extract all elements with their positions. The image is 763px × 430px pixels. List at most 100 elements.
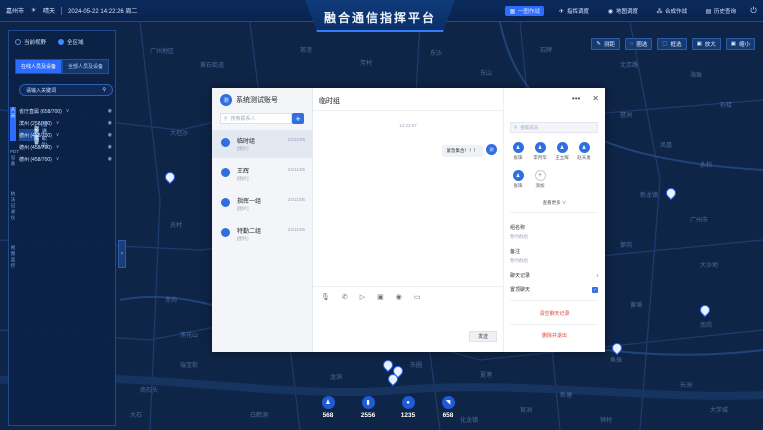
eye-icon[interactable]: ◉	[108, 132, 112, 138]
nav-dispatch[interactable]: ✈ 指挥调度	[554, 6, 593, 16]
contact-search-input[interactable]: ⚲ 搜索联系人	[220, 113, 292, 124]
zoom-in-button[interactable]: ▣ 放大	[691, 38, 721, 50]
nav-history[interactable]: ▤ 历史查询	[701, 6, 740, 16]
window-controls: ••• ✕	[572, 94, 599, 103]
member-item[interactable]: ♟ 赵天发	[574, 142, 594, 161]
scope-current-view[interactable]: 当前视野	[15, 38, 46, 46]
send-button[interactable]: 发送	[469, 331, 497, 342]
remark-value[interactable]: 暂时群组	[510, 258, 528, 264]
measure-button[interactable]: ✎ 测距	[591, 38, 621, 50]
map-marker[interactable]	[609, 340, 625, 356]
tree-group[interactable]: 德州 (458/700) ∨ ◉	[19, 141, 114, 153]
tree-group[interactable]: 省厅直属 (658/700) ∨ ◉	[19, 105, 114, 117]
category-personnel[interactable]: 人员	[10, 107, 16, 141]
conversation-item[interactable]: 临时组 22/11/05 [图片]	[212, 130, 313, 158]
message-area[interactable]: 14:22:07 紧急集合！！！ 测	[313, 110, 503, 280]
chat-history-row[interactable]: 聊天记录 ›	[510, 272, 598, 280]
eye-icon[interactable]: ◉	[108, 156, 112, 162]
zoom-in-icon: ▣	[696, 41, 702, 47]
eye-icon[interactable]: ◉	[108, 120, 112, 126]
nav-label: 指挥调度	[566, 9, 589, 15]
conversation-item[interactable]: 指挥一组 22/11/05 [图片]	[212, 190, 313, 218]
map-label: 石楼	[720, 103, 733, 109]
conversation-preview: [图片]	[237, 146, 249, 151]
divider	[510, 324, 598, 325]
box-select-button[interactable]: ⬚ 框选	[657, 38, 687, 50]
message-timestamp: 14:22:07	[399, 123, 417, 128]
account-header: 测 系统测试账号	[220, 94, 278, 106]
image-icon[interactable]: ▣	[377, 293, 384, 301]
message-bubble[interactable]: 紧急集合！！！	[441, 145, 483, 157]
category-bodycam[interactable]: 执法记录仪	[10, 191, 16, 235]
search-placeholder: 搜索成员	[520, 124, 539, 130]
member-item[interactable]: ♟ 王立辉	[552, 142, 572, 161]
map-marker[interactable]	[162, 169, 178, 185]
more-icon[interactable]: •••	[572, 94, 580, 103]
conversation-date: 22/11/05	[287, 197, 305, 202]
microphone-icon[interactable]: 🎙	[321, 293, 330, 301]
pin-chat-row[interactable]: 置顶聊天 ✓	[510, 286, 598, 293]
map-marker[interactable]	[380, 357, 396, 373]
radio-label: 全区域	[67, 40, 84, 46]
nav-label: 一图作战	[517, 9, 540, 15]
power-icon[interactable]: ⏻	[750, 6, 757, 15]
close-icon[interactable]: ✕	[592, 94, 599, 103]
stat-bodycams[interactable]: ● 1235	[396, 396, 420, 419]
scope-all-area[interactable]: 全区域	[58, 38, 84, 46]
member-search-input[interactable]: ⚲ 搜索成员	[510, 122, 598, 133]
group-name-label: 组名称	[510, 225, 526, 231]
map-marker[interactable]	[663, 185, 679, 201]
search-icon[interactable]: ⚲	[102, 87, 106, 93]
map-marker[interactable]	[697, 302, 713, 318]
divider	[510, 300, 598, 301]
map-label: 永和	[700, 163, 713, 169]
panel-collapse-handle[interactable]: ‹	[118, 240, 126, 268]
nav-overview[interactable]: ▦ 一图作战	[504, 6, 544, 16]
nav-map-dispatch[interactable]: ◉ 地图调度	[603, 6, 642, 16]
conversation-name: 王辉	[237, 169, 250, 175]
stat-value: 658	[442, 412, 454, 419]
keyword-search-input[interactable]: 请输入关键词 ⚲	[19, 84, 113, 96]
stat-cameras[interactable]: ◥ 658	[436, 396, 460, 419]
stat-radios[interactable]: ▮ 2556	[356, 396, 380, 419]
eye-icon[interactable]: ◉	[108, 144, 112, 150]
tree-group[interactable]: 德州 (458/700) ∨ ◉	[19, 129, 114, 141]
location-icon[interactable]: ◉	[396, 293, 402, 301]
screen-icon[interactable]: ▭	[414, 293, 421, 301]
user-avatar-icon	[221, 168, 230, 177]
add-contact-button[interactable]: +	[292, 113, 304, 124]
clear-history-button[interactable]: 清空聊天记录	[504, 310, 605, 317]
radio-icon	[15, 39, 21, 45]
conversation-item[interactable]: 特勤二组 22/11/05 [图片]	[212, 220, 313, 248]
add-member-button[interactable]: + 添加	[530, 170, 550, 189]
show-more-link[interactable]: 查看更多 ∨	[504, 200, 605, 206]
tab-online[interactable]: 在线人员及设备	[15, 59, 63, 74]
chevron-down-icon: ∨	[55, 156, 60, 162]
tree-group[interactable]: 德州 (458/700) ∨ ◉	[19, 153, 114, 165]
zoom-out-button[interactable]: ▣ 缩小	[725, 38, 755, 50]
delete-exit-button[interactable]: 删除并退出	[504, 332, 605, 339]
video-icon[interactable]: ▷	[360, 293, 365, 301]
conversation-item[interactable]: 王辉 22/11/05 [图片]	[212, 160, 313, 188]
eye-icon[interactable]: ◉	[108, 108, 112, 114]
category-pdt[interactable]: PDT设备	[10, 149, 19, 183]
pin-chat-checkbox[interactable]: ✓	[592, 286, 598, 293]
nav-combined-ops[interactable]: ⁂ 合成作战	[652, 6, 691, 16]
tab-all[interactable]: 全部人员及设备	[62, 59, 110, 74]
map-label: 钟村	[600, 418, 613, 424]
person-icon: ♟	[321, 396, 335, 409]
member-item[interactable]: ♟ 张珠	[508, 142, 528, 161]
conversation-name: 特勤二组	[237, 229, 262, 235]
circle-select-button[interactable]: ◌ 圈选	[625, 38, 653, 50]
stats-bar: ♟ 568 ▮ 2556 ● 1235 ◥ 658	[316, 396, 460, 419]
tool-label: 圈选	[636, 42, 648, 48]
member-item[interactable]: ♟ 李月华	[530, 142, 550, 161]
group-name-value[interactable]: 暂时群组	[510, 234, 528, 240]
map-marker[interactable]	[385, 371, 401, 387]
stat-personnel[interactable]: ♟ 568	[316, 396, 340, 419]
member-name: 张珠	[513, 183, 523, 188]
map-label: 官洲	[520, 408, 533, 414]
category-cctv[interactable]: 视频监控	[10, 245, 16, 279]
member-item[interactable]: ♟ 张珠	[508, 170, 528, 189]
phone-icon[interactable]: ✆	[342, 293, 348, 301]
